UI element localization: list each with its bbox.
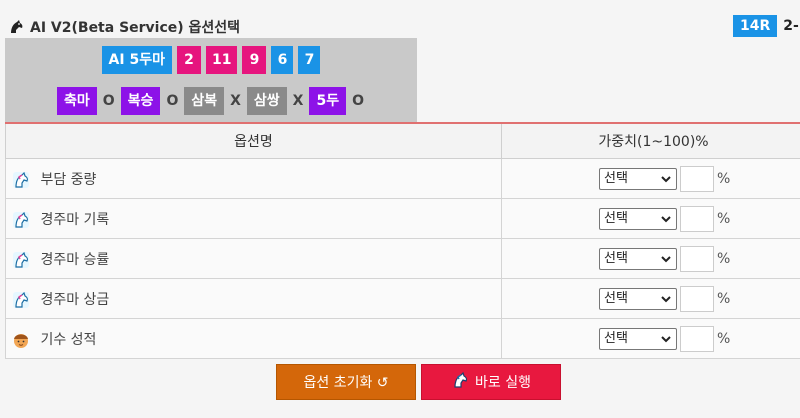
bet-type-badge: 5두 (309, 87, 347, 115)
ai-picks-label: AI 5두마 (101, 46, 172, 74)
horse-icon (12, 211, 30, 229)
horse-icon (12, 251, 30, 269)
percent-label: % (717, 210, 731, 227)
weight-select[interactable]: 선택 (599, 327, 677, 350)
weight-cell: 선택% (501, 158, 800, 199)
option-name-cell: 경주마 승률 (5, 238, 502, 279)
weight-select[interactable]: 선택 (599, 167, 677, 190)
reset-options-button[interactable]: 옵션 초기화 ↺ (276, 364, 416, 400)
weight-input[interactable] (680, 205, 714, 232)
reset-options-label: 옵션 초기화 ↺ (303, 375, 389, 391)
pick-number: 11 (205, 46, 238, 74)
weight-select-value: 선택 (604, 330, 628, 346)
weight-cell: 선택% (501, 198, 800, 239)
option-name-cell: 기수 성적 (5, 318, 502, 359)
option-name: 경주마 기록 (40, 211, 110, 228)
table-header-row: 옵션명 가중치(1~100)% (5, 122, 800, 159)
percent-label: % (717, 330, 731, 347)
page-header: AI V2(Beta Service) 옵션선택 (8, 14, 240, 40)
table-row: 부담 중량 선택% (5, 158, 800, 199)
option-name-cell: 부담 중량 (5, 158, 502, 199)
bet-type-mark: O (102, 93, 115, 109)
horse-head-logo-icon (8, 19, 24, 35)
horse-icon (12, 291, 30, 309)
bet-type-badge: 복승 (120, 87, 161, 115)
page-title: AI V2(Beta Service) 옵션선택 (30, 20, 241, 36)
option-name: 경주마 상금 (40, 291, 110, 308)
race-number-badge: 14R (733, 15, 778, 37)
bet-type-badge: 삼복 (184, 87, 225, 115)
chevron-down-icon (661, 215, 671, 222)
weight-input[interactable] (680, 165, 714, 192)
chevron-down-icon (661, 255, 671, 262)
weight-select[interactable]: 선택 (599, 207, 677, 230)
run-now-button[interactable]: 바로 실행 (421, 364, 561, 400)
option-name-cell: 경주마 기록 (5, 198, 502, 239)
column-header-weight: 가중치(1~100)% (501, 122, 800, 159)
pick-number: 2 (176, 46, 201, 74)
bet-type-mark: O (352, 93, 364, 109)
chevron-down-icon (661, 175, 671, 182)
table-row: 경주마 기록 선택% (5, 198, 800, 239)
bet-type-badge: 축마 (57, 87, 97, 115)
weight-select-value: 선택 (604, 290, 628, 306)
horse-icon (451, 371, 469, 393)
weight-select-value: 선택 (604, 250, 628, 266)
table-row: 기수 성적 선택% (5, 318, 800, 359)
options-table: 옵션명 가중치(1~100)% 부담 중량 선택% 경주마 기록 선택% 경주마… (5, 122, 800, 359)
bet-types-row: 축마 O 복승 O 삼복 X 삼쌍 X 5두 O (5, 87, 417, 115)
option-name: 경주마 승률 (40, 251, 110, 268)
weight-select[interactable]: 선택 (599, 287, 677, 310)
horse-icon (12, 171, 30, 189)
ai-picks-row: AI 5두마 2 11 9 6 7 (5, 46, 417, 74)
jockey-icon (12, 331, 30, 349)
weight-cell: 선택% (501, 278, 800, 319)
race-info: 14R 2- (733, 14, 799, 38)
run-now-label: 바로 실행 (475, 375, 531, 391)
chevron-down-icon (661, 335, 671, 342)
ai-selection-panel: AI 5두마 2 11 9 6 7 축마 O 복승 O 삼복 X 삼쌍 X 5두… (5, 38, 417, 122)
weight-input[interactable] (680, 245, 714, 272)
option-name-cell: 경주마 상금 (5, 278, 502, 319)
race-date: 2- (783, 18, 799, 34)
weight-select-value: 선택 (604, 170, 628, 186)
bet-type-mark: O (166, 93, 179, 109)
weight-input[interactable] (680, 325, 714, 352)
percent-label: % (717, 290, 731, 307)
column-header-option-name: 옵션명 (5, 122, 502, 159)
option-name: 기수 성적 (40, 331, 97, 348)
percent-label: % (717, 170, 731, 187)
table-row: 경주마 승률 선택% (5, 238, 800, 279)
bet-type-mark: X (230, 93, 241, 109)
table-row: 경주마 상금 선택% (5, 278, 800, 319)
bet-type-badge: 삼쌍 (246, 87, 287, 115)
pick-number: 6 (271, 46, 294, 74)
weight-select-value: 선택 (604, 210, 628, 226)
percent-label: % (717, 250, 731, 267)
bet-type-mark: X (292, 93, 304, 109)
option-name: 부담 중량 (40, 171, 97, 188)
pick-number: 7 (298, 46, 321, 74)
chevron-down-icon (661, 295, 671, 302)
weight-select[interactable]: 선택 (599, 247, 677, 270)
weight-cell: 선택% (501, 238, 800, 279)
pick-number: 9 (242, 46, 267, 74)
weight-input[interactable] (680, 285, 714, 312)
weight-cell: 선택% (501, 318, 800, 359)
